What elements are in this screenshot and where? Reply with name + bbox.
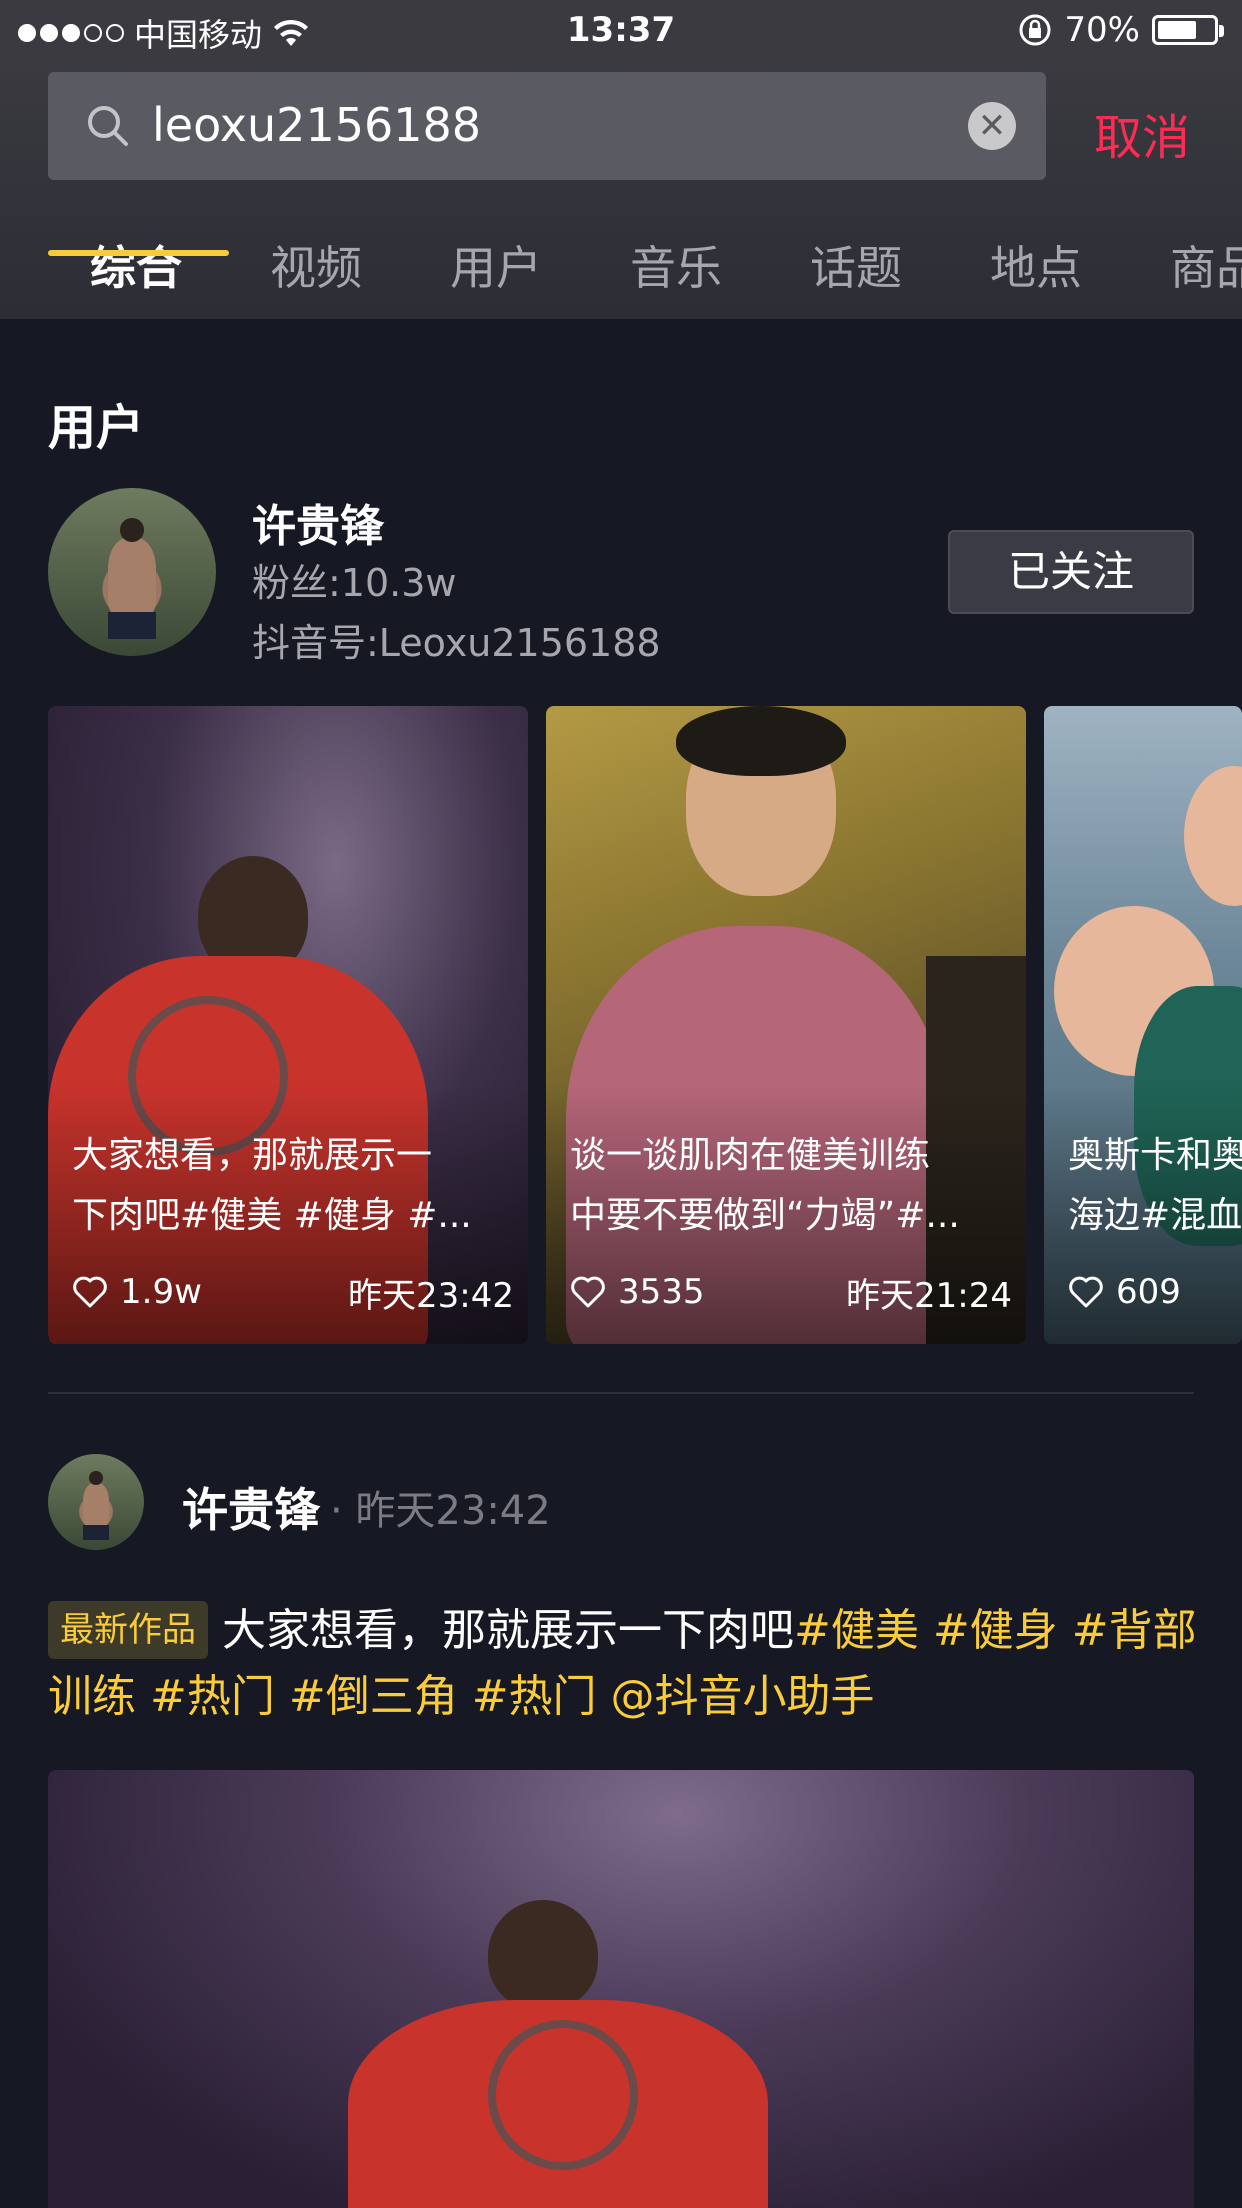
video-likes: 1.9w [120,1272,202,1312]
video-meta: 1.9w 昨天23:42 [72,1268,514,1316]
tab-all[interactable]: 综合 [90,232,182,298]
cancel-button[interactable]: 取消 [1094,98,1190,168]
tab-videos[interactable]: 视频 [270,232,362,298]
search-input[interactable]: leoxu2156188 ✕ [48,72,1046,180]
user-name[interactable]: 许贵锋 [252,490,384,554]
heart-icon [1069,1276,1103,1308]
result-tabs: 综合 视频 用户 音乐 话题 地点 商品 [0,220,1242,318]
video-meta: 609 [1068,1268,1228,1316]
section-divider [48,1392,1194,1394]
post-text: 大家想看，那就展示一下肉吧 [222,1605,794,1656]
status-right: 70% [1018,10,1224,50]
video-time: 昨天23:42 [348,1275,514,1316]
video-time: 昨天21:24 [846,1275,1012,1316]
user-avatar[interactable] [48,488,216,656]
tab-topics[interactable]: 话题 [810,232,902,298]
post-time: · 昨天23:42 [330,1488,551,1534]
video-meta: 3535 昨天21:24 [570,1268,1012,1316]
video-likes: 3535 [618,1272,705,1312]
video-likes: 609 [1116,1272,1181,1312]
heart-icon [571,1276,605,1308]
user-douyin-id: 抖音号:Leoxu2156188 [252,621,661,665]
post-author-name[interactable]: 许贵锋 [182,1474,320,1540]
search-query[interactable]: leoxu2156188 [152,92,481,158]
heart-icon [73,1276,107,1308]
tab-users[interactable]: 用户 [450,232,542,298]
post-description: 最新作品 大家想看，那就展示一下肉吧#健美 #健身 #背部训练 #热门 #倒三角 … [48,1598,1208,1730]
video-card[interactable]: 谈一谈肌肉在健美训练 中要不要做到“力竭”#... 3535 昨天21:24 [546,706,1026,1344]
tab-products[interactable]: 商品 [1170,232,1242,298]
search-icon [88,106,128,146]
tab-places[interactable]: 地点 [990,232,1082,298]
video-title: 大家想看，那就展示一 下肉吧#健美 #健身 #... [72,1135,472,1236]
post-video[interactable] [48,1770,1194,2208]
video-card[interactable]: 大家想看，那就展示一 下肉吧#健美 #健身 #... 1.9w 昨天23:42 [48,706,528,1344]
tab-music[interactable]: 音乐 [630,232,722,298]
active-tab-indicator [48,250,229,256]
orientation-lock-icon [1019,14,1051,46]
status-bar: 中国移动 13:37 70% [0,0,1242,60]
video-title: 奥斯卡和奥 海边#混血 [1068,1135,1242,1236]
clear-search-button[interactable]: ✕ [968,102,1016,150]
post-author-avatar[interactable] [48,1454,144,1550]
video-title: 谈一谈肌肉在健美训练 中要不要做到“力竭”#... [570,1135,960,1236]
tabs-divider [0,317,1242,319]
following-button[interactable]: 已关注 [948,530,1194,614]
search-header: leoxu2156188 ✕ 取消 综合 视频 用户 音乐 话题 地点 商品 [0,60,1242,318]
battery-icon [1152,15,1224,45]
video-card[interactable]: 奥斯卡和奥 海边#混血 609 [1044,706,1242,1344]
battery-percent: 70% [1064,10,1140,50]
users-section-title: 用户 [48,400,145,456]
user-fans-count: 粉丝:10.3w [252,561,457,605]
latest-work-badge: 最新作品 [48,1601,208,1659]
